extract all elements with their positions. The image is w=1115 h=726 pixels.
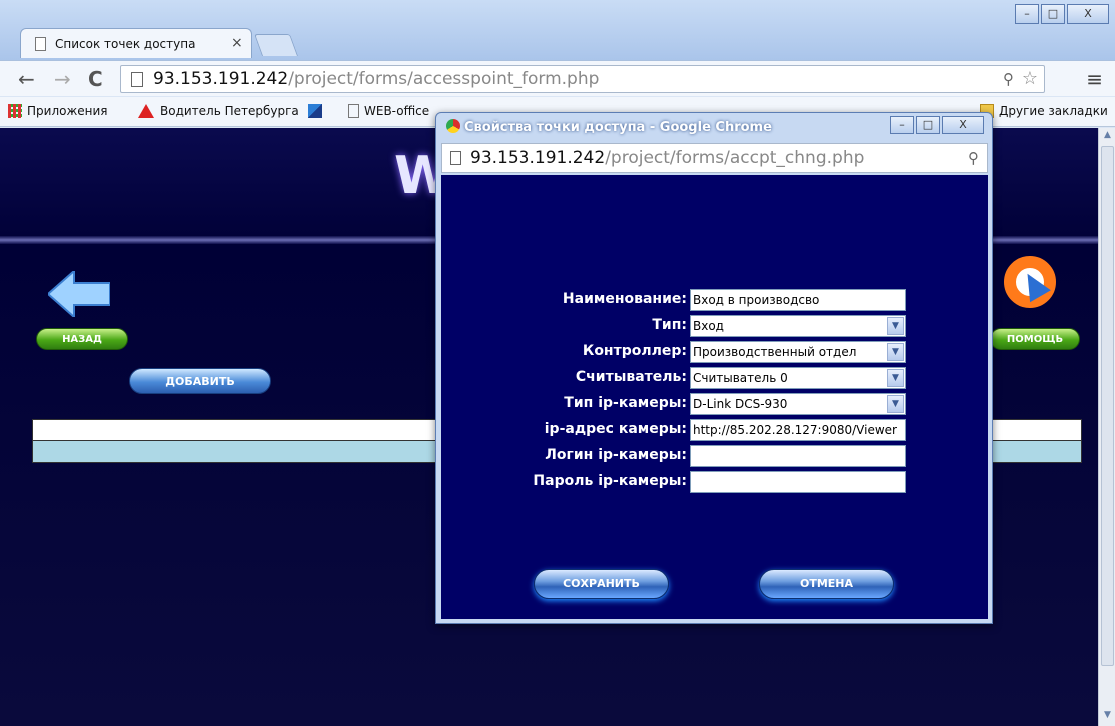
form-row-camera-ip: ip-адрес камеры: http://85.202.28.127:908… — [441, 419, 988, 441]
address-url: 93.153.191.242/project/forms/accesspoint… — [153, 69, 600, 89]
field-value-name: Вход в производсво — [693, 293, 820, 307]
field-value-camera-ip: http://85.202.28.127:9080/Viewer — [693, 423, 897, 437]
cancel-button[interactable]: ОТМЕНА — [759, 569, 894, 599]
zoom-icon[interactable]: ⚲ — [968, 149, 979, 167]
bookmark-web-office[interactable]: WEB-office — [348, 104, 429, 118]
browser-toolbar: ← → C 93.153.191.242/project/forms/acces… — [0, 60, 1115, 96]
tab-title: Список точек доступа — [55, 37, 196, 51]
page-icon — [450, 151, 461, 165]
menu-icon[interactable]: ≡ — [1086, 67, 1103, 91]
back-button[interactable]: НАЗАД — [36, 328, 128, 350]
popup-content: Наименование: Вход в производсво Тип: Вход ▼… — [441, 175, 988, 619]
title-bar: Список точек доступа × – □ X — [0, 0, 1115, 62]
scroll-up-icon[interactable]: ▲ — [1101, 130, 1114, 144]
apps-grid-icon — [8, 104, 22, 118]
input-camera-ip[interactable]: http://85.202.28.127:9080/Viewer — [690, 419, 906, 441]
window-controls: – □ X — [1015, 4, 1109, 24]
back-icon[interactable]: ← — [18, 67, 35, 91]
reload-icon[interactable]: C — [88, 67, 103, 91]
minimize-button[interactable]: – — [1015, 4, 1039, 24]
form-row-reader: Считыватель: Считыватель 0 ▼ — [441, 367, 988, 389]
popup-address-bar[interactable]: 93.153.191.242/project/forms/accpt_chng.… — [441, 143, 988, 173]
popup-title: Свойства точки доступа - Google Chrome — [446, 119, 772, 135]
chevron-down-icon[interactable]: ▼ — [887, 317, 904, 335]
field-label-camera-ip: ip-адрес камеры: — [544, 421, 687, 437]
form-row-camera-type: Тип ip-камеры: D-Link DCS-930 ▼ — [441, 393, 988, 415]
form-row-camera-login: Логин ip-камеры: — [441, 445, 988, 467]
help-lifebuoy-icon[interactable] — [1004, 256, 1056, 308]
form-row-name: Наименование: Вход в производсво — [441, 289, 988, 311]
field-label-type: Тип: — [652, 317, 687, 333]
field-label-controller: Контроллер: — [582, 343, 687, 359]
maximize-button[interactable]: □ — [1041, 4, 1065, 24]
field-value-type: Вход — [693, 319, 724, 333]
popup-close-button[interactable]: X — [942, 116, 984, 134]
bookmark-star-icon[interactable]: ☆ — [1022, 68, 1038, 89]
help-button[interactable]: ПОМОЩЬ — [990, 328, 1080, 350]
site-logo-icon — [308, 104, 322, 118]
field-label-camera-login: Логин ip-камеры: — [545, 447, 687, 463]
select-reader[interactable]: Считыватель 0 ▼ — [690, 367, 906, 389]
input-camera-password[interactable] — [690, 471, 906, 493]
select-type[interactable]: Вход ▼ — [690, 315, 906, 337]
chevron-down-icon[interactable]: ▼ — [887, 343, 904, 361]
scroll-down-icon[interactable]: ▼ — [1101, 710, 1114, 724]
access-point-properties-window: Свойства точки доступа - Google Chrome –… — [435, 112, 993, 624]
close-button[interactable]: X — [1067, 4, 1109, 24]
input-camera-login[interactable] — [690, 445, 906, 467]
field-value-reader: Считыватель 0 — [693, 371, 788, 385]
input-name[interactable]: Вход в производсво — [690, 289, 906, 311]
back-arrow-icon[interactable] — [48, 271, 110, 317]
field-label-reader: Считыватель: — [575, 369, 687, 385]
save-button[interactable]: СОХРАНИТЬ — [534, 569, 669, 599]
field-value-camera-type: D-Link DCS-930 — [693, 397, 788, 411]
warning-sign-icon — [138, 104, 154, 118]
select-camera-type[interactable]: D-Link DCS-930 ▼ — [690, 393, 906, 415]
address-bar[interactable]: 93.153.191.242/project/forms/accesspoint… — [120, 65, 1045, 93]
popup-maximize-button[interactable]: □ — [916, 116, 940, 134]
popup-url: 93.153.191.242/project/forms/accpt_chng.… — [470, 148, 865, 168]
select-controller[interactable]: Производственный отдел ▼ — [690, 341, 906, 363]
form-row-camera-password: Пароль ip-камеры: — [441, 471, 988, 493]
chevron-down-icon[interactable]: ▼ — [887, 395, 904, 413]
page-icon — [35, 37, 46, 51]
field-value-controller: Производственный отдел — [693, 345, 857, 359]
page-icon — [348, 104, 359, 118]
tab-access-points[interactable]: Список точек доступа × — [20, 28, 252, 58]
add-button[interactable]: ДОБАВИТЬ — [129, 368, 271, 394]
page-icon — [131, 72, 143, 87]
popup-minimize-button[interactable]: – — [890, 116, 914, 134]
bookmark-other[interactable]: Другие закладки — [980, 104, 1108, 118]
bookmark-driver-spb[interactable]: Водитель Петербурга — [138, 104, 299, 118]
field-label-name: Наименование: — [562, 291, 687, 307]
zoom-icon[interactable]: ⚲ — [1003, 70, 1014, 88]
form-row-controller: Контроллер: Производственный отдел ▼ — [441, 341, 988, 363]
new-tab-button[interactable] — [253, 34, 299, 56]
popup-window-controls: – □ X — [890, 116, 984, 134]
field-label-camera-type: Тип ip-камеры: — [564, 395, 687, 411]
bookmark-site-logo[interactable] — [308, 104, 327, 118]
tab-close-icon[interactable]: × — [231, 35, 243, 51]
chevron-down-icon[interactable]: ▼ — [887, 369, 904, 387]
forward-icon[interactable]: → — [54, 67, 71, 91]
field-label-camera-password: Пароль ip-камеры: — [533, 473, 687, 489]
scroll-thumb[interactable] — [1101, 146, 1114, 666]
bookmark-apps[interactable]: Приложения — [8, 104, 108, 118]
vertical-scrollbar[interactable]: ▲ ▼ — [1098, 128, 1115, 726]
form-row-type: Тип: Вход ▼ — [441, 315, 988, 337]
chrome-icon — [446, 119, 460, 133]
